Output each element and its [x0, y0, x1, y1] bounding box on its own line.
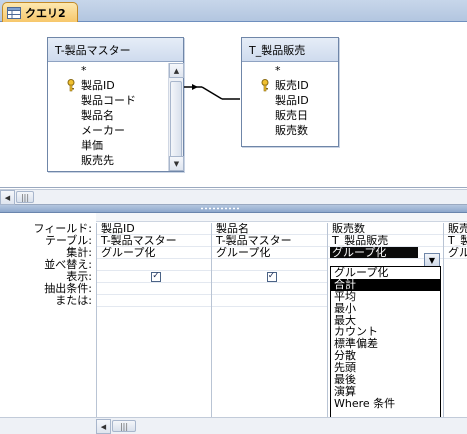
tab-label: クエリ2 — [25, 6, 66, 20]
cell-criteria[interactable] — [97, 283, 211, 295]
field-list: * 販売ID 製品ID 販売日 販売数 — [242, 63, 338, 146]
table-title[interactable]: T-製品マスター — [48, 38, 183, 62]
scroll-thumb[interactable]: ||| — [112, 420, 136, 432]
grid-row-labels: フィールド: テーブル: 集計: 並べ替え: 表示: 抽出条件: または: — [0, 223, 96, 307]
field-item[interactable]: * — [48, 63, 168, 78]
cell-sort[interactable] — [212, 259, 327, 271]
cell-table[interactable]: T_製 — [444, 235, 467, 247]
cell-or[interactable] — [97, 295, 211, 307]
row-label-or: または: — [55, 294, 92, 307]
cell-total[interactable]: グループ化 — [212, 247, 327, 259]
table-title[interactable]: T_製品販売 — [242, 38, 338, 62]
cell-table[interactable]: T-製品マスター — [97, 235, 211, 247]
field-list-scrollbar[interactable]: ▲ ▼ — [168, 63, 184, 171]
cell-total[interactable]: グル — [444, 247, 467, 259]
cell-show[interactable]: ✓ — [212, 271, 327, 283]
total-dropdown-list[interactable]: グループ化 合計 平均 最小 最大 カウント 標準偏差 分散 先頭 最後 演算 … — [330, 266, 441, 423]
primary-key-icon — [261, 79, 269, 92]
table-box-product-sales[interactable]: T_製品販売 * 販売ID 製品ID 販売日 販売数 — [241, 37, 339, 147]
cell-criteria[interactable] — [212, 283, 327, 295]
query-icon — [7, 6, 21, 19]
column-selector-bar[interactable] — [96, 213, 467, 222]
grid-column: 製品ID T-製品マスター グループ化 ✓ — [96, 223, 211, 418]
field-item[interactable]: 製品ID — [48, 78, 168, 93]
dropdown-option[interactable]: 演算 — [331, 385, 440, 398]
cell-table[interactable]: T-製品マスター — [212, 235, 327, 247]
cell-sort[interactable] — [97, 259, 211, 271]
cell-show[interactable]: ✓ — [97, 271, 211, 283]
total-combobox-value[interactable]: グループ化 — [330, 247, 418, 258]
show-checkbox[interactable]: ✓ — [266, 271, 277, 282]
cell-field[interactable]: 販売数 — [328, 223, 443, 235]
combobox-dropdown-button[interactable]: ▼ — [424, 253, 440, 267]
field-item[interactable]: 製品名 — [48, 108, 168, 123]
field-item[interactable]: 製品ID — [242, 93, 338, 108]
design-grid-hscrollbar[interactable]: ◀ ||| — [0, 417, 467, 434]
cell-field[interactable]: 販売 — [444, 223, 467, 235]
scroll-left-icon[interactable]: ◀ — [0, 190, 15, 205]
dropdown-option[interactable]: 平均 — [331, 290, 440, 303]
field-item[interactable]: 販売先 — [48, 153, 168, 168]
primary-key-icon — [67, 79, 75, 92]
table-box-product-master[interactable]: T-製品マスター * 製品ID 製品コード 製品名 メーカー 単価 販売先 ▲ … — [47, 37, 184, 172]
field-item[interactable]: 単価 — [48, 138, 168, 153]
field-item[interactable]: メーカー — [48, 123, 168, 138]
scroll-up-icon[interactable]: ▲ — [169, 63, 184, 78]
field-item[interactable]: 販売日 — [242, 108, 338, 123]
scroll-thumb[interactable] — [170, 81, 182, 161]
dropdown-option[interactable]: 最小 — [331, 302, 440, 315]
cell-or[interactable] — [212, 295, 327, 307]
cell-field[interactable]: 製品名 — [212, 223, 327, 235]
cell-field[interactable]: 製品ID — [97, 223, 211, 235]
pane-splitter[interactable] — [0, 205, 467, 213]
table-pane[interactable]: T-製品マスター * 製品ID 製品コード 製品名 メーカー 単価 販売先 ▲ … — [0, 22, 467, 188]
splitter-grip-icon[interactable] — [200, 207, 240, 210]
field-list: * 製品ID 製品コード 製品名 メーカー 単価 販売先 — [48, 63, 168, 171]
chevron-down-icon: ▼ — [428, 255, 436, 265]
field-item[interactable]: 製品コード — [48, 93, 168, 108]
dropdown-option-selected[interactable]: 合計 — [331, 278, 440, 291]
show-checkbox[interactable]: ✓ — [151, 271, 161, 282]
grid-column: 製品名 T-製品マスター グループ化 ✓ — [211, 223, 327, 418]
scroll-down-icon[interactable]: ▼ — [169, 156, 184, 171]
table-pane-hscrollbar[interactable]: ◀ ||| — [0, 189, 467, 205]
scroll-thumb[interactable]: ||| — [16, 191, 34, 203]
field-item[interactable]: * — [242, 63, 338, 78]
tab-query2[interactable]: クエリ2 — [2, 2, 78, 22]
cell-table[interactable]: T_製品販売 — [328, 235, 443, 247]
grid-column: 販売 T_製 グル — [443, 223, 467, 418]
relationship-join-line[interactable] — [184, 77, 242, 107]
document-tab-strip: クエリ2 — [0, 0, 467, 22]
dropdown-option[interactable]: Where 条件 — [331, 397, 440, 410]
cell-total[interactable]: グループ化 — [97, 247, 211, 259]
field-item[interactable]: 販売ID — [242, 78, 338, 93]
field-item[interactable]: 販売数 — [242, 123, 338, 138]
scroll-left-icon[interactable]: ◀ — [96, 419, 111, 434]
